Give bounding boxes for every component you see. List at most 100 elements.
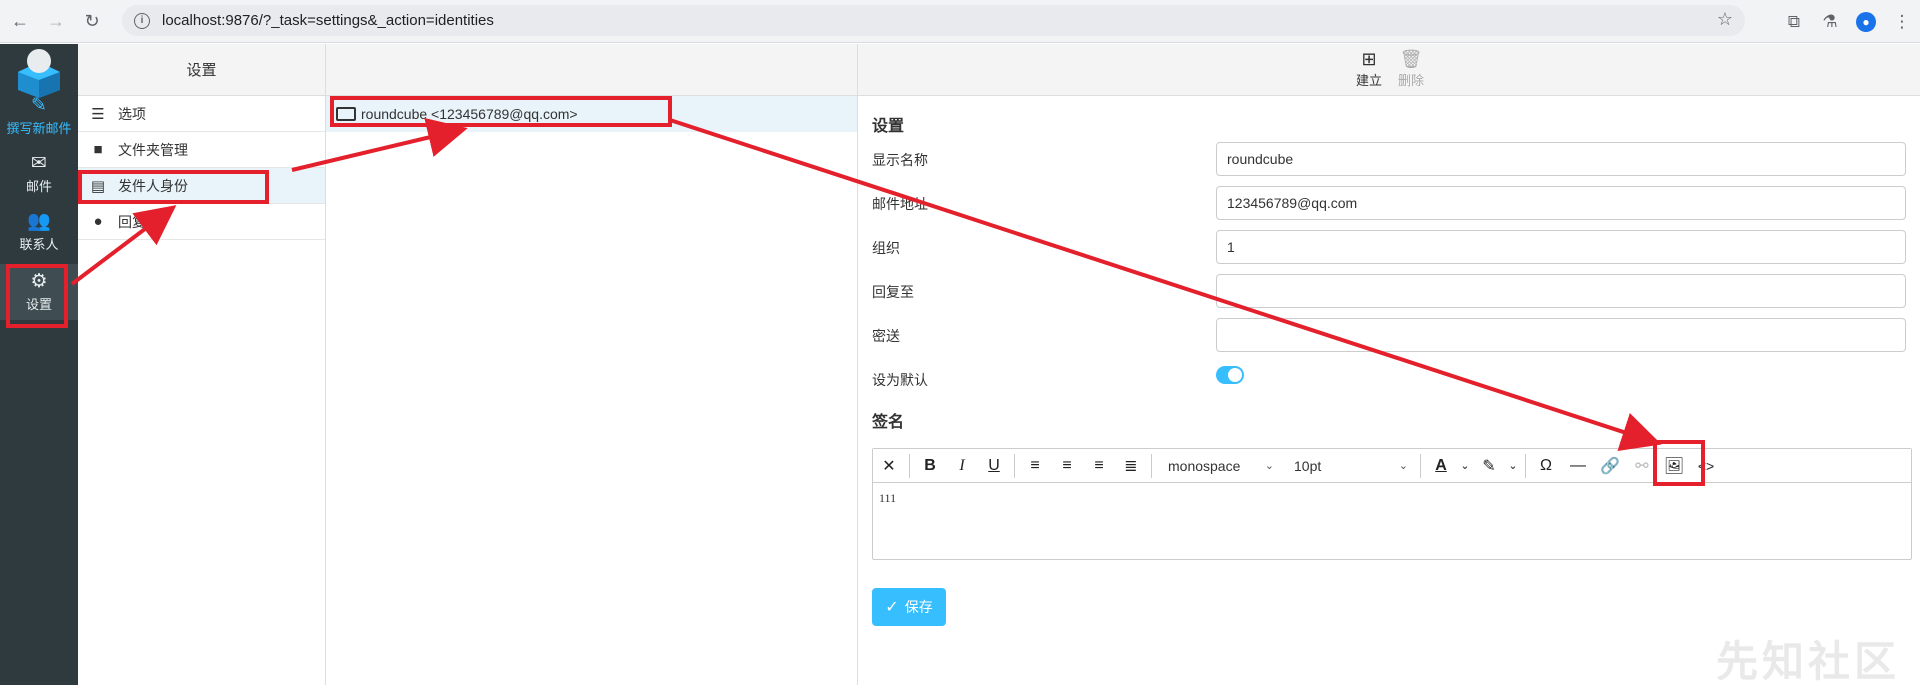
font-size-select[interactable]: 10pt ⌄	[1282, 449, 1416, 483]
create-button[interactable]: ⊞ 建立	[1345, 46, 1393, 92]
menu-item-preferences[interactable]: ☰ 选项	[78, 96, 325, 132]
signature-content[interactable]: 111	[873, 483, 1911, 514]
settings-menu-title: 设置	[78, 44, 325, 96]
horizontal-rule-icon[interactable]: —	[1562, 449, 1594, 483]
site-info-icon[interactable]: i	[134, 12, 150, 29]
font-family-value: monospace	[1168, 457, 1241, 474]
url-text: localhost:9876/?_task=settings&_action=i…	[162, 12, 494, 29]
field-reply-to: 回复至	[872, 274, 1912, 318]
menu-item-folders[interactable]: ■ 文件夹管理	[78, 132, 325, 168]
field-label: 显示名称	[872, 152, 928, 168]
trash-icon: 🗑	[1399, 48, 1423, 69]
settings-menu: 设置 ☰ 选项 ■ 文件夹管理 ▤ 发件人身份 ● 回复	[78, 44, 326, 685]
editor-toolbar: ✕ B I U ≡ ≡ ≡ ≣ monospace ⌄ 10pt ⌄ A ⌄ ✎…	[873, 449, 1911, 483]
settings-section-title: 设置	[872, 118, 905, 135]
justify-icon[interactable]: ≣	[1115, 449, 1147, 483]
organization-input[interactable]: 1	[1216, 230, 1906, 264]
folder-icon: ■	[93, 141, 103, 158]
compose-icon: ✎	[31, 94, 47, 116]
default-toggle[interactable]	[1216, 366, 1244, 384]
nav-mail-label: 邮件	[25, 178, 52, 194]
id-card-icon	[336, 107, 356, 121]
font-family-select[interactable]: monospace ⌄	[1156, 449, 1282, 483]
id-card-icon: ▤	[90, 177, 106, 195]
special-char-icon[interactable]: Ω	[1530, 449, 1562, 483]
identity-row[interactable]: roundcube <123456789@qq.com>	[326, 96, 857, 132]
plus-square-icon: ⊞	[1361, 48, 1377, 69]
link-icon[interactable]: 🔗	[1594, 449, 1626, 483]
menu-icon[interactable]: ⋮	[1884, 4, 1920, 40]
field-label: 密送	[872, 328, 900, 344]
menu-item-label: 发件人身份	[118, 177, 188, 194]
text-color-icon[interactable]: A	[1425, 449, 1457, 483]
sliders-icon: ☰	[91, 105, 105, 123]
chevron-down-icon[interactable]: ⌄	[1457, 449, 1473, 483]
delete-label: 删除	[1397, 72, 1424, 88]
display-name-input[interactable]: roundcube	[1216, 142, 1906, 176]
underline-icon[interactable]: U	[978, 449, 1010, 483]
align-center-icon[interactable]: ≡	[1051, 449, 1083, 483]
address-bar[interactable]: i localhost:9876/?_task=settings&_action…	[122, 5, 1745, 36]
field-label: 邮件地址	[872, 196, 928, 212]
field-display-name: 显示名称 roundcube	[872, 142, 1912, 186]
field-email: 邮件地址 123456789@qq.com	[872, 186, 1912, 230]
nav-settings[interactable]: ⚙ 设置	[0, 264, 78, 320]
signature-section-title: 签名	[872, 414, 905, 431]
check-icon: ✓	[885, 599, 899, 616]
nav-settings-label: 设置	[25, 296, 52, 312]
image-icon[interactable]: 🖼	[1658, 449, 1690, 483]
field-organization: 组织 1	[872, 230, 1912, 274]
source-code-icon[interactable]: <>	[1690, 449, 1722, 483]
font-size-value: 10pt	[1294, 457, 1322, 474]
align-left-icon[interactable]: ≡	[1019, 449, 1051, 483]
delete-button[interactable]: 🗑 删除	[1387, 46, 1435, 92]
identity-toolbar: ⊞ 建立 🗑 删除	[858, 44, 1920, 96]
field-bcc: 密送	[872, 318, 1912, 362]
save-label: 保存	[904, 599, 933, 615]
bcc-input[interactable]	[1216, 318, 1906, 352]
close-icon[interactable]: ✕	[873, 449, 905, 483]
chevron-down-icon: ⌄	[1264, 460, 1274, 472]
create-label: 建立	[1355, 72, 1382, 88]
nav-contacts-label: 联系人	[19, 236, 59, 252]
highlight-icon[interactable]: ✎	[1473, 449, 1505, 483]
gear-icon: ⚙	[30, 270, 48, 292]
save-button[interactable]: ✓ 保存	[872, 588, 946, 626]
bold-icon[interactable]: B	[914, 449, 946, 483]
extensions-icon[interactable]: ⧉	[1776, 4, 1812, 40]
identities-list: roundcube <123456789@qq.com>	[326, 44, 858, 685]
users-icon: 👥	[27, 210, 51, 232]
menu-item-label: 文件夹管理	[118, 141, 188, 158]
email-input[interactable]: 123456789@qq.com	[1216, 186, 1906, 220]
envelope-icon: ✉	[31, 152, 47, 174]
nav-compose[interactable]: ✎ 撰写新邮件	[0, 88, 78, 144]
identity-form: 设置 显示名称 roundcube 邮件地址 123456789@qq.com …	[872, 100, 1912, 438]
profile-icon[interactable]: ●	[1848, 4, 1884, 40]
chevron-down-icon: ⌄	[1398, 460, 1408, 472]
nav-compose-label: 撰写新邮件	[6, 120, 72, 136]
field-label: 设为默认	[872, 372, 928, 388]
identity-editor: ⊞ 建立 🗑 删除 设置 显示名称 roundcube 邮件地址 1234567…	[858, 44, 1920, 685]
main-nav: ✎ 撰写新邮件 ✉ 邮件 👥 联系人 ⚙ 设置	[0, 44, 78, 685]
chevron-down-icon[interactable]: ⌄	[1505, 449, 1521, 483]
menu-item-identities[interactable]: ▤ 发件人身份	[78, 168, 325, 204]
italic-icon[interactable]: I	[946, 449, 978, 483]
reply-to-input[interactable]	[1216, 274, 1906, 308]
identity-label: roundcube <123456789@qq.com>	[361, 106, 578, 122]
labs-icon[interactable]: ⚗	[1812, 4, 1848, 40]
field-label: 组织	[872, 240, 900, 256]
identities-list-header	[326, 44, 857, 96]
unlink-icon[interactable]: ⚯	[1626, 449, 1658, 483]
reload-icon[interactable]: ↻	[74, 3, 110, 39]
forward-arrow-icon[interactable]: →	[38, 3, 74, 39]
back-arrow-icon[interactable]: ←	[2, 3, 38, 39]
menu-item-label: 回复	[118, 213, 146, 230]
nav-contacts[interactable]: 👥 联系人	[0, 204, 78, 260]
browser-toolbar: ← → ↻ i localhost:9876/?_task=settings&_…	[0, 0, 1920, 43]
bookmark-star-icon[interactable]: ☆	[1717, 9, 1733, 30]
nav-mail[interactable]: ✉ 邮件	[0, 146, 78, 202]
field-default: 设为默认	[872, 362, 1912, 406]
menu-item-responses[interactable]: ● 回复	[78, 204, 325, 240]
align-right-icon[interactable]: ≡	[1083, 449, 1115, 483]
comment-icon: ●	[93, 213, 103, 230]
